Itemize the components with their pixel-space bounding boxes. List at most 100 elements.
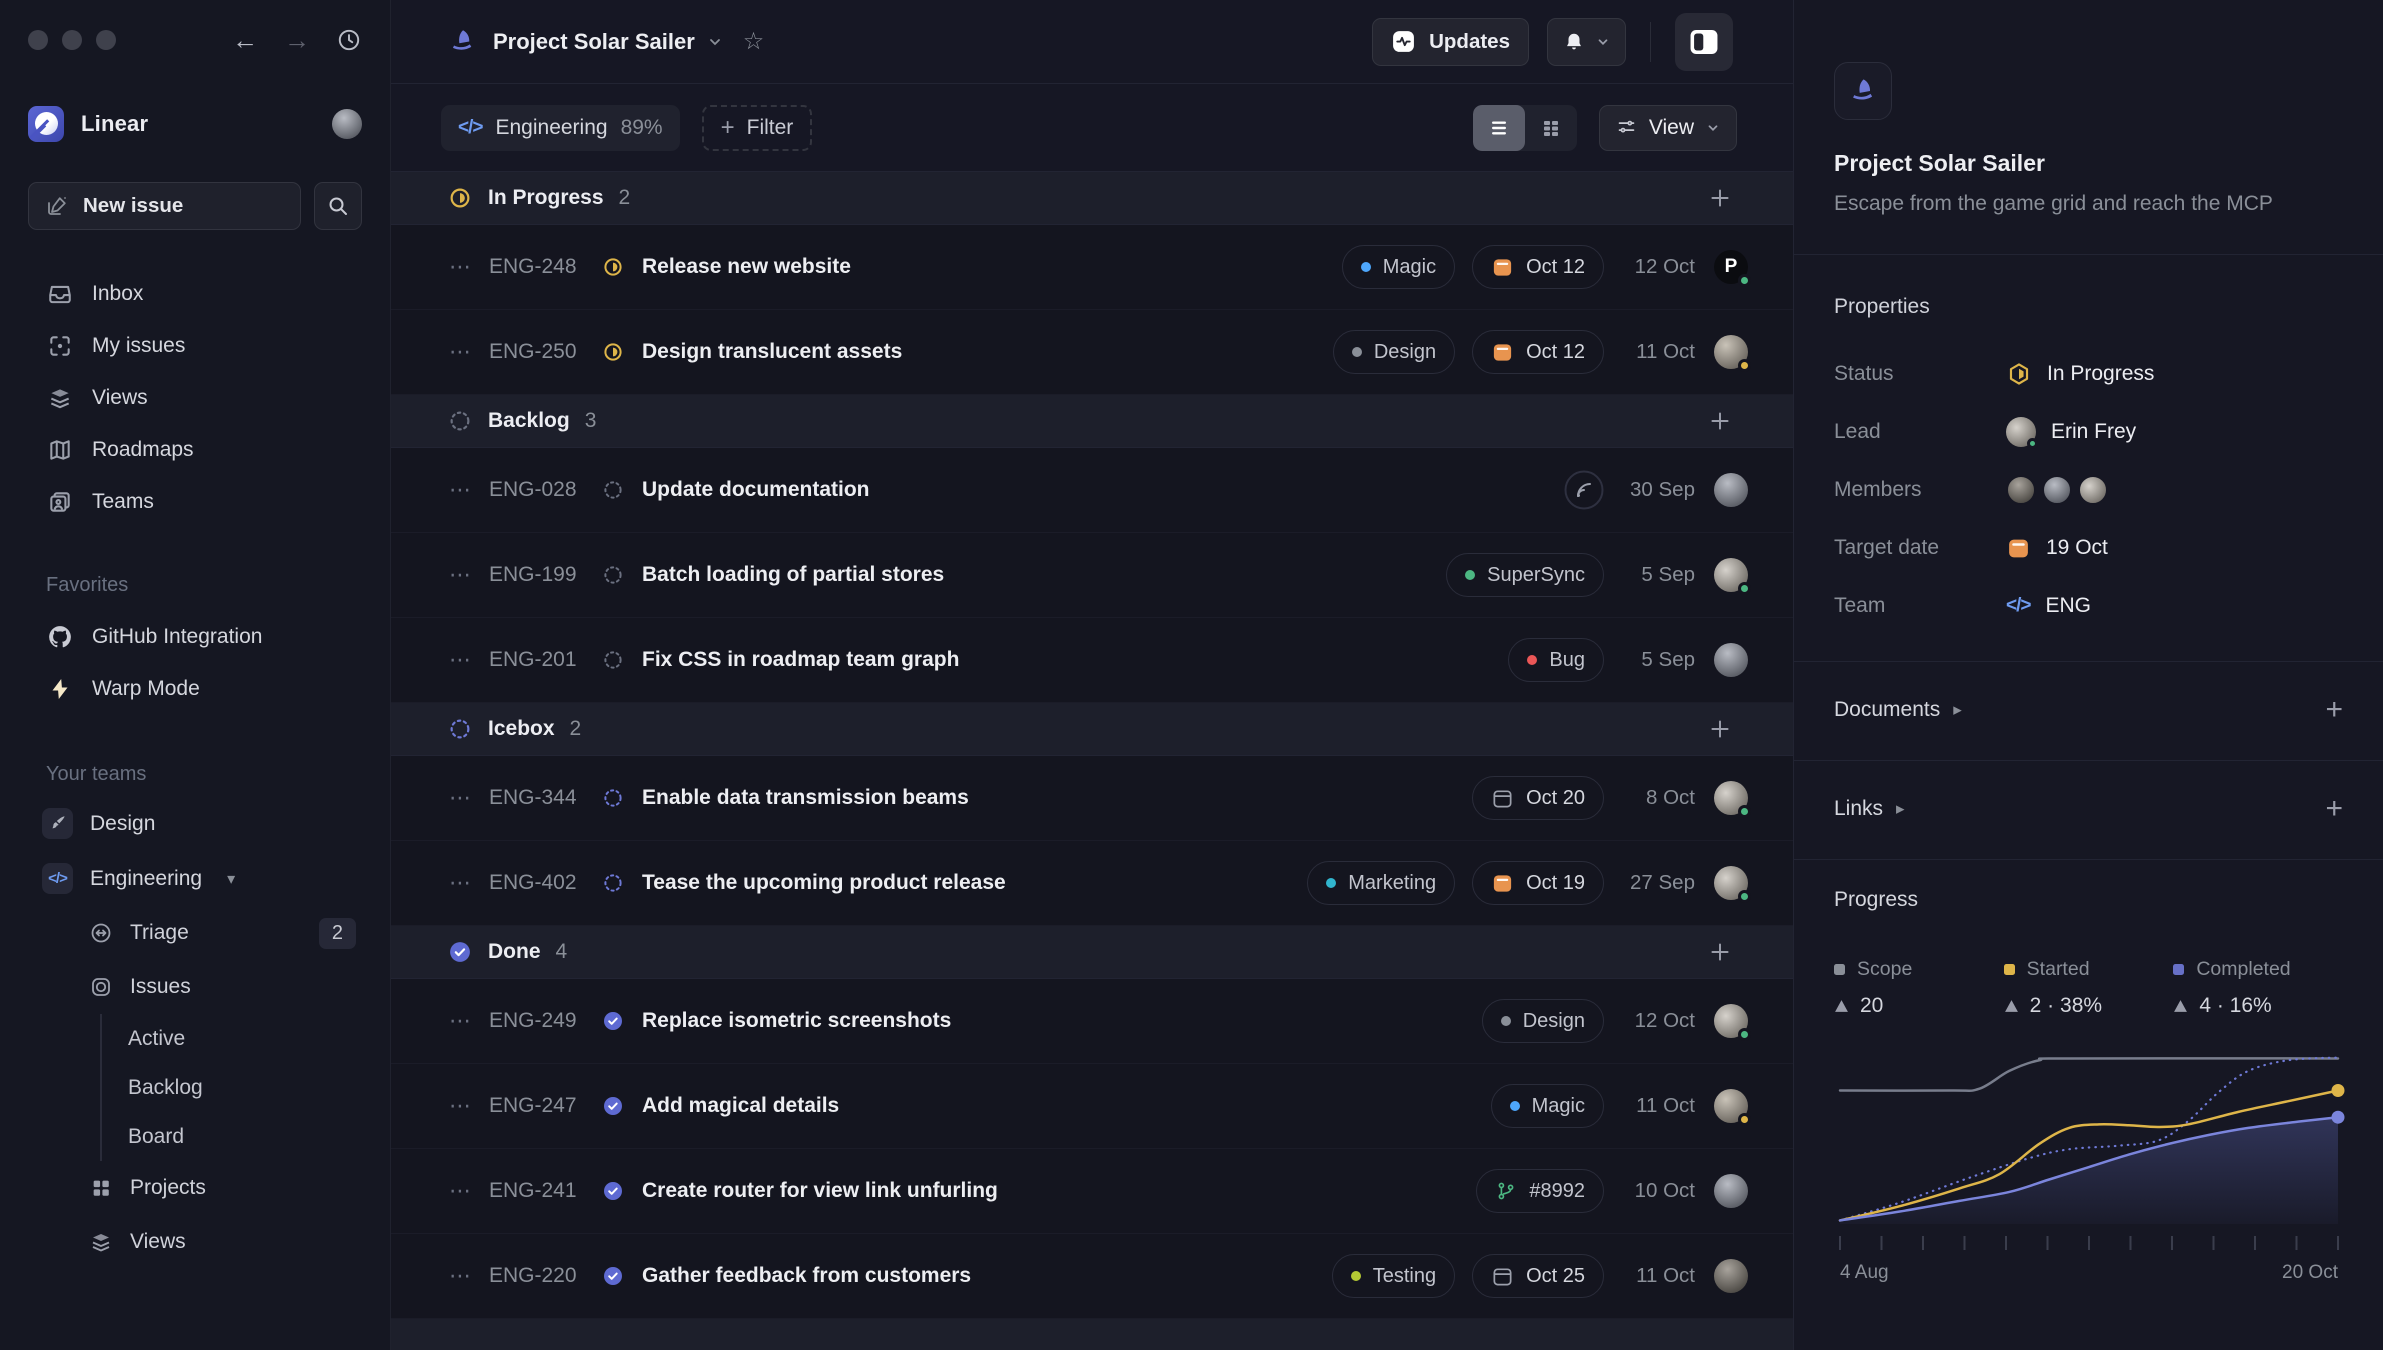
row-menu-dots[interactable]: ⋯ <box>449 1178 477 1204</box>
issue-title[interactable]: Tease the upcoming product release <box>642 871 1006 895</box>
team-design[interactable]: Design <box>28 796 362 851</box>
favorite-star-icon[interactable]: ☆ <box>743 27 765 56</box>
status-backlog-icon[interactable] <box>603 565 623 585</box>
status-icebox-icon[interactable] <box>603 873 623 893</box>
workspace-name[interactable]: Linear <box>81 111 148 137</box>
property-target-date[interactable]: Target date 19 Oct <box>1834 519 2343 577</box>
project-title[interactable]: Project Solar Sailer <box>493 29 695 55</box>
row-menu-dots[interactable]: ⋯ <box>449 477 477 503</box>
issue-row[interactable]: ⋯ ENG-250 Design translucent assets Design O… <box>391 310 1793 395</box>
property-members[interactable]: Members <box>1834 461 2343 519</box>
notifications-button[interactable] <box>1547 17 1626 66</box>
issue-title[interactable]: Update documentation <box>642 478 870 502</box>
label-chip[interactable]: Magic <box>1341 245 1456 289</box>
status-icebox-icon[interactable] <box>603 788 623 808</box>
assignee-avatar[interactable] <box>1714 335 1751 372</box>
row-menu-dots[interactable]: ⋯ <box>449 339 477 365</box>
sidebar-item-backlog[interactable]: Backlog <box>102 1063 362 1112</box>
assignee-avatar[interactable] <box>1714 1174 1748 1208</box>
issue-title[interactable]: Create router for view link unfurling <box>642 1179 998 1203</box>
sidebar-item-projects[interactable]: Projects <box>28 1161 362 1215</box>
sidebar-item-my-issues[interactable]: My issues <box>28 320 362 372</box>
issue-title[interactable]: Add magical details <box>642 1094 839 1118</box>
row-menu-dots[interactable]: ⋯ <box>449 254 477 280</box>
workspace-logo-icon[interactable] <box>28 106 64 142</box>
add-document-button[interactable]: + <box>2325 693 2343 727</box>
row-menu-dots[interactable]: ⋯ <box>449 870 477 896</box>
status-backlog-icon[interactable] <box>603 480 623 500</box>
property-team[interactable]: Team </> ENG <box>1834 577 2343 635</box>
property-status[interactable]: Status In Progress <box>1834 345 2343 403</box>
label-chip[interactable]: Marketing <box>1307 861 1456 905</box>
back-arrow-icon[interactable]: ← <box>232 25 258 56</box>
signal-circle-icon[interactable] <box>1564 470 1604 510</box>
sidebar-item-views[interactable]: Views <box>28 372 362 424</box>
sidebar-item-inbox[interactable]: Inbox <box>28 268 362 320</box>
right-panel-toggle-button[interactable] <box>1675 12 1733 71</box>
window-dot[interactable] <box>62 30 82 50</box>
assignee-avatar[interactable] <box>1714 1259 1748 1293</box>
issue-row[interactable]: ⋯ ENG-247 Add magical details Magic 11 Oct <box>391 1064 1793 1149</box>
sidebar-item-triage[interactable]: Triage 2 <box>28 906 362 960</box>
row-menu-dots[interactable]: ⋯ <box>449 1008 477 1034</box>
add-link-button[interactable]: + <box>2325 792 2343 826</box>
issue-title[interactable]: Design translucent assets <box>642 340 902 364</box>
team-filter-chip[interactable]: </> Engineering 89% <box>441 104 680 151</box>
add-issue-button[interactable] <box>1707 939 1733 965</box>
sidebar-item-team-views[interactable]: Views <box>28 1215 362 1269</box>
assignee-avatar[interactable] <box>1714 866 1751 903</box>
issue-title[interactable]: Replace isometric screenshots <box>642 1009 951 1033</box>
status-backlog-icon[interactable] <box>603 650 623 670</box>
label-chip[interactable]: Design <box>1481 999 1604 1043</box>
chevron-down-icon[interactable] <box>707 34 723 50</box>
links-section-row[interactable]: Links ▸ + <box>1834 779 2343 839</box>
new-issue-button[interactable]: New issue <box>28 182 301 230</box>
due-date-chip[interactable]: Oct 20 <box>1472 776 1604 820</box>
issue-title[interactable]: Fix CSS in roadmap team graph <box>642 648 959 672</box>
window-dot[interactable] <box>96 30 116 50</box>
label-chip[interactable]: Magic <box>1490 1084 1604 1128</box>
user-avatar[interactable] <box>332 109 362 139</box>
favorite-github-integration[interactable]: GitHub Integration <box>28 611 362 663</box>
updates-button[interactable]: Updates <box>1372 17 1529 66</box>
issue-row[interactable]: ⋯ ENG-220 Gather feedback from customers Te… <box>391 1234 1793 1319</box>
label-chip[interactable]: SuperSync <box>1446 553 1604 597</box>
sidebar-item-active[interactable]: Active <box>102 1014 362 1063</box>
issue-title[interactable]: Gather feedback from customers <box>642 1264 971 1288</box>
assignee-avatar[interactable] <box>1714 558 1751 595</box>
issue-row[interactable]: ⋯ ENG-241 Create router for view link unfu… <box>391 1149 1793 1234</box>
assignee-avatar[interactable]: P <box>1714 250 1751 287</box>
status-done-icon[interactable] <box>603 1096 623 1116</box>
row-menu-dots[interactable]: ⋯ <box>449 647 477 673</box>
label-chip[interactable]: Testing <box>1331 1254 1456 1298</box>
documents-section-row[interactable]: Documents ▸ + <box>1834 680 2343 740</box>
sidebar-item-teams[interactable]: Teams <box>28 476 362 528</box>
issue-row[interactable]: ⋯ ENG-344 Enable data transmission beams Oc… <box>391 756 1793 841</box>
window-dot[interactable] <box>28 30 48 50</box>
board-view-button[interactable] <box>1525 105 1577 151</box>
add-issue-button[interactable] <box>1707 185 1733 211</box>
list-view-button[interactable] <box>1472 104 1525 151</box>
due-date-chip[interactable]: Oct 12 <box>1472 245 1604 289</box>
due-date-chip[interactable]: Oct 12 <box>1472 330 1604 374</box>
issue-row[interactable]: ⋯ ENG-402 Tease the upcoming product relea… <box>391 841 1793 926</box>
section-header[interactable]: Done 4 <box>391 926 1793 979</box>
label-chip[interactable]: Design <box>1332 330 1456 374</box>
project-icon-box[interactable] <box>1834 62 1892 120</box>
issue-row[interactable]: ⋯ ENG-248 Release new website Magic Oct 12 12… <box>391 225 1793 310</box>
assignee-avatar[interactable] <box>1714 1004 1751 1041</box>
team-engineering[interactable]: </> Engineering ▾ <box>28 851 362 906</box>
issue-row[interactable]: ⋯ ENG-249 Replace isometric screenshots Des… <box>391 979 1793 1064</box>
add-issue-button[interactable] <box>1707 716 1733 742</box>
issue-title[interactable]: Release new website <box>642 255 851 279</box>
section-header[interactable]: Icebox 2 <box>391 703 1793 756</box>
issue-row[interactable]: ⋯ ENG-028 Update documentation 30 Sep <box>391 448 1793 533</box>
issue-title[interactable]: Batch loading of partial stores <box>642 563 944 587</box>
assignee-avatar[interactable] <box>1714 781 1751 818</box>
row-menu-dots[interactable]: ⋯ <box>449 1093 477 1119</box>
section-header[interactable]: In Progress 2 <box>391 172 1793 225</box>
status-done-icon[interactable] <box>603 1181 623 1201</box>
assignee-avatar[interactable] <box>1714 473 1748 507</box>
sidebar-item-roadmaps[interactable]: Roadmaps <box>28 424 362 476</box>
add-issue-button[interactable] <box>1707 408 1733 434</box>
